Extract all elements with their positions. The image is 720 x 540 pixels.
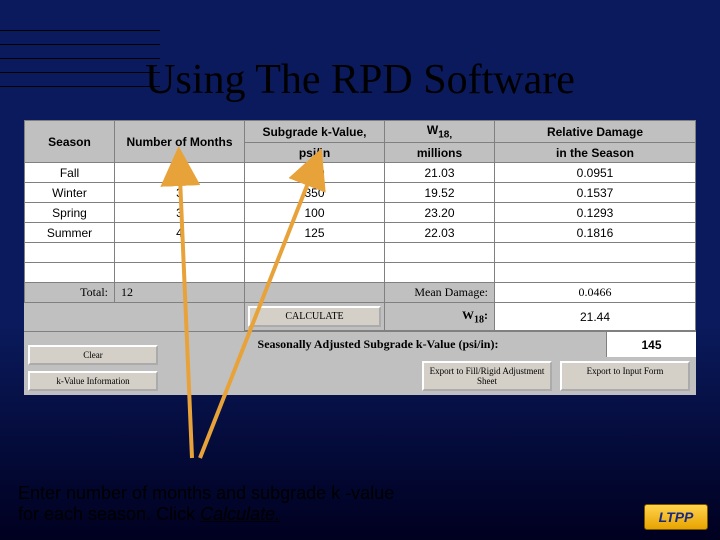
table-row: Winter 3 350 19.52 0.1537 (25, 183, 696, 203)
col-damage: Relative Damage (495, 121, 696, 143)
decor-line (0, 44, 160, 45)
mean-damage-label: Mean Damage: (385, 283, 495, 303)
table-row: Spring 3 100 23.20 0.1293 (25, 203, 696, 223)
total-row: Total: 12 Mean Damage: 0.0466 (25, 283, 696, 303)
total-label: Total: (25, 283, 115, 303)
cell-k[interactable]: 160 (245, 163, 385, 183)
cell-w18: 21.03 (385, 163, 495, 183)
total-months: 12 (115, 283, 245, 303)
col-kvalue-unit: psi/in (245, 143, 385, 163)
cell-months[interactable]: 3 (115, 183, 245, 203)
cell-w18: 19.52 (385, 183, 495, 203)
mean-damage-value: 0.0466 (495, 283, 696, 303)
ltpp-logo: LTPP (644, 504, 708, 530)
col-w18-unit: millions (385, 143, 495, 163)
col-w18: W18, (385, 121, 495, 143)
table-row-empty (25, 243, 696, 263)
col-damage-unit: in the Season (495, 143, 696, 163)
cell-w18: 22.03 (385, 223, 495, 243)
slide-caption: Enter number of months and subgrade k -v… (18, 483, 398, 526)
cell-dmg: 0.0951 (495, 163, 696, 183)
export-fill-button[interactable]: Export to Fill/Rigid Adjustment Sheet (422, 361, 552, 391)
col-kvalue: Subgrade k-Value, (245, 121, 385, 143)
cell-dmg: 0.1537 (495, 183, 696, 203)
kvalue-info-button[interactable]: k-Value Information (28, 371, 158, 391)
col-season: Season (25, 121, 115, 163)
cell-season: Winter (25, 183, 115, 203)
clear-button[interactable]: Clear (28, 345, 158, 365)
cell-k[interactable]: 350 (245, 183, 385, 203)
calc-row: CALCULATE W18: 21.44 (25, 303, 696, 331)
cell-k[interactable]: 125 (245, 223, 385, 243)
cell-season: Fall (25, 163, 115, 183)
col-months: Number of Months (115, 121, 245, 163)
seasonal-k-label: Seasonally Adjusted Subgrade k-Value (ps… (150, 337, 606, 352)
table-row: Fall 2 160 21.03 0.0951 (25, 163, 696, 183)
table-row: Summer 4 125 22.03 0.1816 (25, 223, 696, 243)
cell-months[interactable]: 3 (115, 203, 245, 223)
bottom-button-row: Clear k-Value Information Export to Fill… (24, 357, 696, 395)
cell-dmg: 0.1293 (495, 203, 696, 223)
cell-months[interactable]: 4 (115, 223, 245, 243)
w18-result-label: W18: (385, 303, 495, 331)
cell-k[interactable]: 100 (245, 203, 385, 223)
export-inputform-button[interactable]: Export to Input Form (560, 361, 690, 391)
cell-months[interactable]: 2 (115, 163, 245, 183)
cell-w18: 23.20 (385, 203, 495, 223)
table-row-empty (25, 263, 696, 283)
w18-result-value: 21.44 (495, 303, 696, 331)
calculate-button[interactable]: CALCULATE (248, 306, 381, 327)
seasons-table: Season Number of Months Subgrade k-Value… (24, 120, 696, 331)
rpd-panel: Season Number of Months Subgrade k-Value… (24, 120, 696, 395)
cell-dmg: 0.1816 (495, 223, 696, 243)
cell-season: Spring (25, 203, 115, 223)
cell-season: Summer (25, 223, 115, 243)
decor-line (0, 30, 160, 31)
slide-title: Using The RPD Software (0, 56, 720, 104)
seasonal-k-value: 145 (606, 332, 696, 357)
